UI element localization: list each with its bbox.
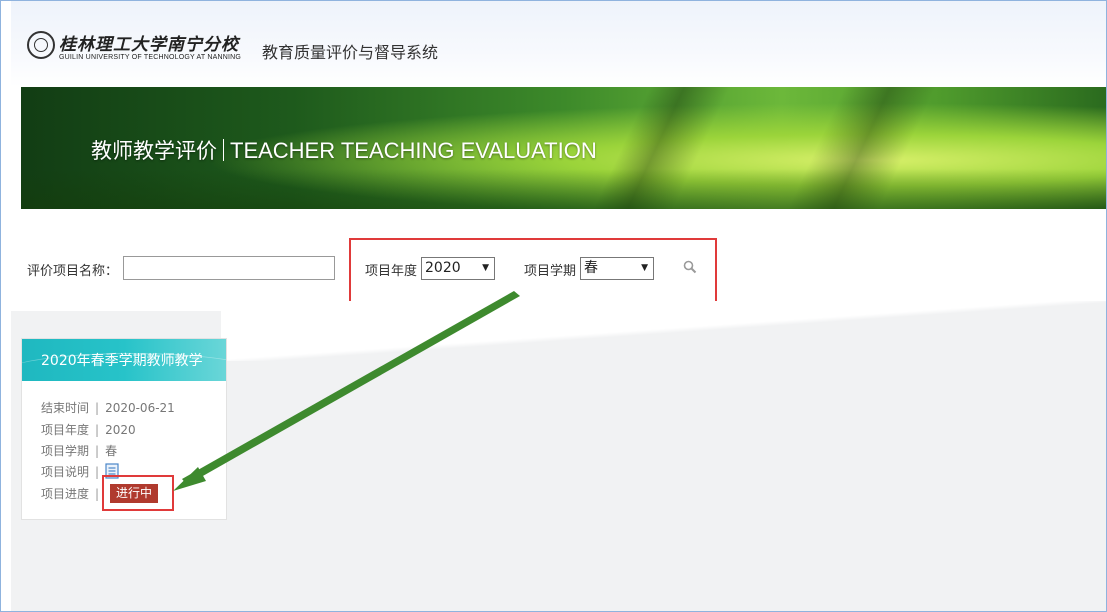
status-badge[interactable]: 进行中	[110, 484, 159, 503]
project-name-input[interactable]	[123, 256, 335, 280]
university-seal-icon	[27, 31, 55, 59]
banner-title: 教师教学评价 TEACHER TEACHING EVALUATION	[91, 135, 597, 165]
dropdown-arrow-icon: ▼	[482, 263, 489, 273]
system-title: 教育质量评价与督导系统	[262, 43, 439, 62]
row-value: 春	[105, 444, 118, 458]
logo-text-cn: 桂林理工大学南宁分校	[59, 35, 239, 55]
card-row-term: 项目学期 | 春	[41, 444, 118, 458]
banner: 教师教学评价 TEACHER TEACHING EVALUATION	[21, 87, 1106, 209]
project-year-label: 项目年度	[365, 264, 418, 279]
card-title: 2020年春季学期教师教学	[41, 353, 203, 369]
dropdown-arrow-icon: ▼	[641, 263, 648, 273]
card-row-year: 项目年度 | 2020	[41, 423, 136, 437]
project-year-select[interactable]: 2020 ▼	[421, 257, 495, 280]
row-label: 项目年度	[41, 423, 90, 437]
banner-divider	[223, 139, 224, 161]
banner-title-cn: 教师教学评价	[91, 139, 217, 163]
site-header: 桂林理工大学南宁分校 GUILIN UNIVERSITY OF TECHNOLO…	[11, 1, 1106, 87]
search-icon[interactable]	[683, 260, 697, 274]
card-header: 2020年春季学期教师教学	[22, 339, 226, 381]
project-term-select[interactable]: 春 ▼	[580, 257, 654, 280]
card-row-progress: 项目进度 |	[41, 487, 100, 501]
project-name-label: 评价项目名称：	[27, 264, 119, 279]
content-area-edge	[221, 301, 1106, 361]
project-card[interactable]: 2020年春季学期教师教学 结束时间 | 2020-06-21 项目年度 | 2020 …	[21, 338, 227, 520]
row-label: 结束时间	[41, 401, 90, 415]
logo-text-en: GUILIN UNIVERSITY OF TECHNOLOGY AT NANNI…	[59, 54, 242, 61]
app-frame: 桂林理工大学南宁分校 GUILIN UNIVERSITY OF TECHNOLO…	[0, 0, 1107, 612]
row-value: 2020-06-21	[105, 401, 175, 415]
project-year-value: 2020	[425, 260, 461, 276]
row-value: 2020	[105, 423, 136, 437]
banner-title-en: TEACHER TEACHING EVALUATION	[230, 138, 597, 163]
row-label: 项目进度	[41, 487, 90, 501]
row-label: 项目说明	[41, 465, 90, 479]
card-row-end-time: 结束时间 | 2020-06-21	[41, 401, 175, 415]
row-label: 项目学期	[41, 444, 90, 458]
project-term-value: 春	[584, 260, 598, 276]
project-term-label: 项目学期	[524, 264, 577, 279]
